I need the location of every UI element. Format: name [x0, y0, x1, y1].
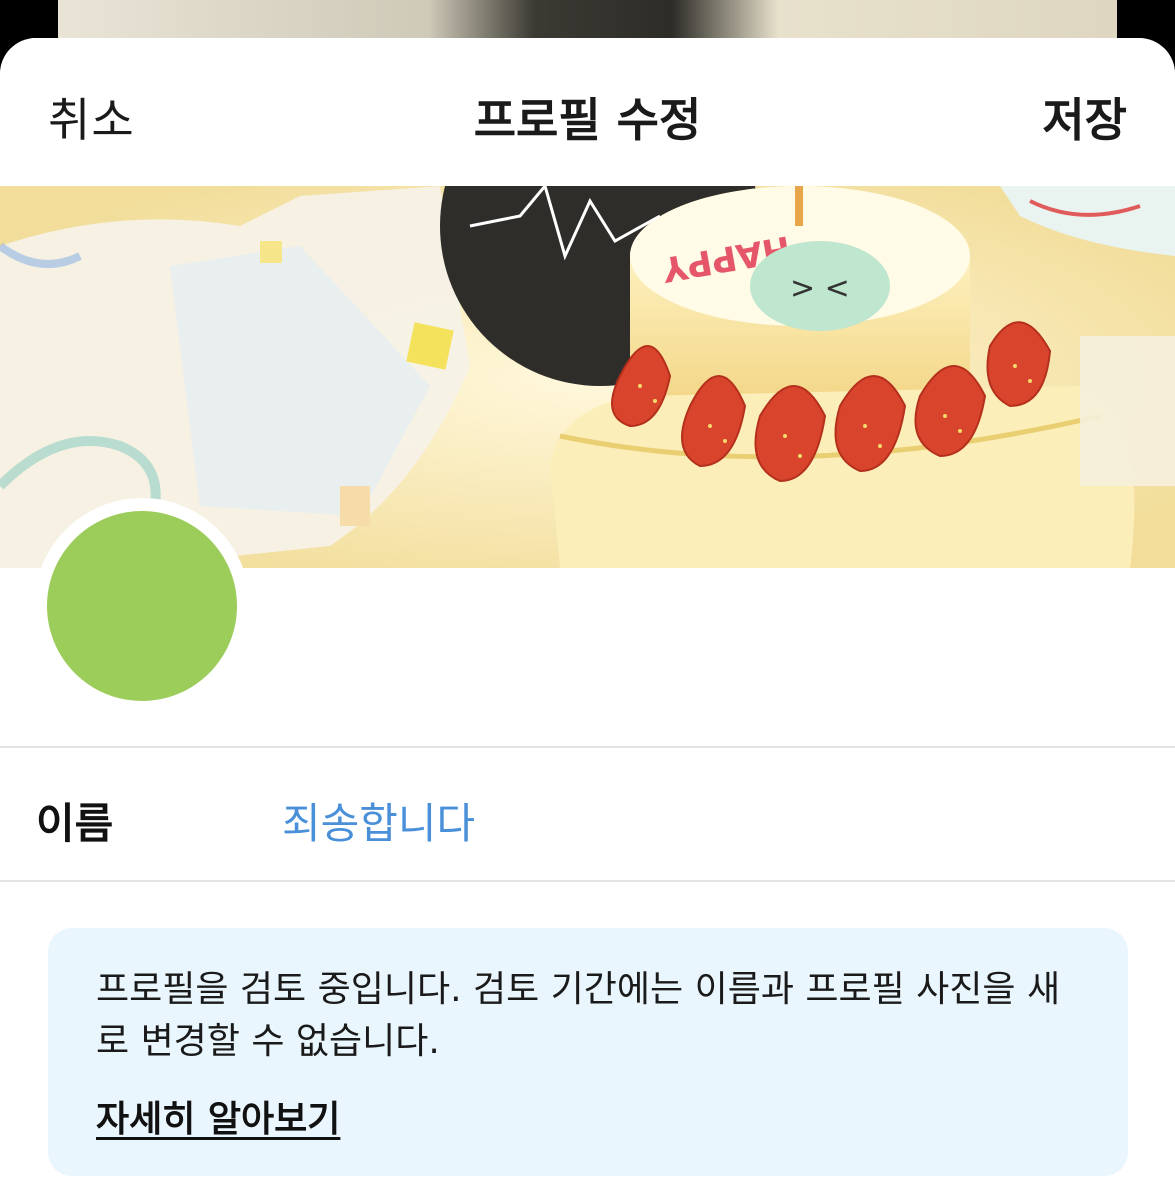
nav-bar: 취소 프로필 수정 저장	[0, 38, 1175, 186]
review-notice-message: 프로필을 검토 중입니다. 검토 기간에는 이름과 프로필 사진을 새로 변경할…	[96, 969, 1061, 1062]
name-field-label: 이름	[36, 799, 114, 848]
edit-profile-sheet: 취소 프로필 수정 저장 HAPPY > < 이름 죄송합니다 프로필을 검토 …	[0, 38, 1175, 1200]
divider-top	[0, 746, 1175, 748]
name-field-input[interactable]: 죄송합니다	[282, 790, 475, 851]
save-button[interactable]: 저장	[1042, 84, 1127, 150]
divider-bottom	[0, 880, 1175, 882]
review-notice-box: 프로필을 검토 중입니다. 검토 기간에는 이름과 프로필 사진을 새로 변경할…	[48, 928, 1128, 1176]
page-title: 프로필 수정	[473, 93, 702, 147]
learn-more-link[interactable]: 자세히 알아보기	[96, 1090, 340, 1142]
avatar[interactable]	[47, 511, 237, 701]
svg-text:> <: > <	[790, 271, 850, 306]
